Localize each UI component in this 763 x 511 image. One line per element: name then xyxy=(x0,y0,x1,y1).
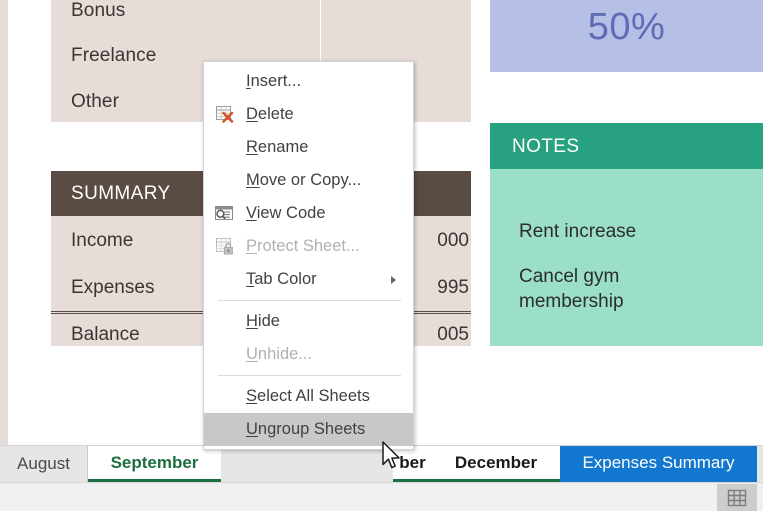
note-item-1[interactable]: Rent increase xyxy=(519,219,636,244)
context-menu-item-label: Unhide... xyxy=(246,345,312,364)
context-menu-item-label: Rename xyxy=(246,138,308,157)
context-menu-item-rename[interactable]: Rename xyxy=(204,131,413,164)
context-menu-item-label: Protect Sheet... xyxy=(246,237,360,256)
cell-summary-expenses-label[interactable]: Expenses xyxy=(71,277,154,299)
status-bar xyxy=(0,482,763,511)
view-code-icon xyxy=(213,202,237,226)
context-menu-item-unhide: Unhide... xyxy=(204,338,413,371)
context-menu-separator xyxy=(218,375,401,376)
context-menu-item-label: Insert... xyxy=(246,72,301,91)
sheet-tab-december[interactable]: December xyxy=(432,446,560,482)
context-menu-item-select-all-sheets[interactable]: Select All Sheets xyxy=(204,380,413,413)
cell-summary-balance-label[interactable]: Balance xyxy=(71,324,140,346)
cell-income-freelance[interactable]: Freelance xyxy=(71,45,156,67)
delete-sheet-icon xyxy=(213,103,237,127)
sheet-tab-label: September xyxy=(111,453,199,473)
context-menu-item-insert[interactable]: Insert... xyxy=(204,65,413,98)
sheet-tab-expenses-summary[interactable]: Expenses Summary xyxy=(560,446,757,482)
percent-value: 50% xyxy=(490,6,763,49)
context-menu-item-delete[interactable]: Delete xyxy=(204,98,413,131)
cell-summary-income-label[interactable]: Income xyxy=(71,230,133,252)
context-menu-item-ungroup-sheets[interactable]: Ungroup Sheets xyxy=(204,413,413,446)
context-menu-item-protect-sheet: Protect Sheet... xyxy=(204,230,413,263)
context-menu-item-hide[interactable]: Hide xyxy=(204,305,413,338)
notes-title: NOTES xyxy=(512,136,579,158)
cell-income-other[interactable]: Other xyxy=(71,91,119,113)
frozen-pane-strip-lower xyxy=(0,180,9,345)
notes-body[interactable] xyxy=(490,169,763,346)
sheet-tab-context-menu[interactable]: Insert... Delete Rename Move or Copy... View… xyxy=(203,61,414,450)
context-menu-item-label: Ungroup Sheets xyxy=(246,420,365,439)
sheet-tab-label: ber xyxy=(399,453,425,473)
sheet-tab-bar[interactable]: August September ber December Expenses Summa… xyxy=(0,445,763,482)
context-menu-item-label: View Code xyxy=(246,204,326,223)
grid-view-button[interactable] xyxy=(717,484,757,511)
cell-summary-income-value[interactable]: 000 xyxy=(437,230,469,252)
context-menu-item-label: Hide xyxy=(246,312,280,331)
context-menu-item-tab-color[interactable]: Tab Color xyxy=(204,263,413,296)
cell-summary-balance-value[interactable]: 005 xyxy=(437,324,469,346)
cell-summary-expenses-value[interactable]: 995 xyxy=(437,277,469,299)
context-menu-item-move-or-copy[interactable]: Move or Copy... xyxy=(204,164,413,197)
note-item-2[interactable]: Cancel gym membership xyxy=(519,264,624,314)
sheet-tab-label: August xyxy=(17,454,70,474)
protect-sheet-icon xyxy=(213,235,237,259)
sheet-tab-label: Expenses Summary xyxy=(582,453,734,473)
context-menu-item-view-code[interactable]: View Code xyxy=(204,197,413,230)
cell-income-bonus[interactable]: Bonus xyxy=(71,0,125,22)
submenu-chevron-right-icon xyxy=(391,276,396,284)
sheet-tab-label: December xyxy=(455,453,537,473)
context-menu-item-label: Move or Copy... xyxy=(246,171,361,190)
sheet-tab-ber[interactable]: ber xyxy=(393,446,432,482)
summary-title: SUMMARY xyxy=(71,183,171,205)
context-menu-item-label: Delete xyxy=(246,105,294,124)
context-menu-item-label: Select All Sheets xyxy=(246,387,370,406)
sheet-tab-august[interactable]: August xyxy=(0,446,88,482)
sheet-tab-september[interactable]: September xyxy=(88,446,221,482)
context-menu-item-label: Tab Color xyxy=(246,270,317,289)
context-menu-separator xyxy=(218,300,401,301)
grid-view-icon xyxy=(726,487,748,509)
